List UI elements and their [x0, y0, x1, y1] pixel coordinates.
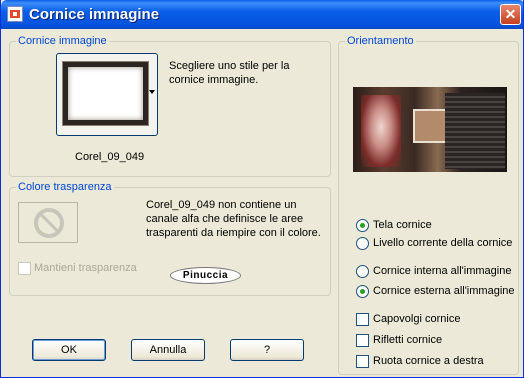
frame-instruction-line2: cornice immagine.: [169, 74, 259, 86]
keep-transparency-checkbox[interactable]: [18, 262, 31, 275]
preview-face: [361, 95, 401, 167]
transparency-message-line2: canale alfa che definisce le aree: [146, 213, 304, 225]
frame-style-group-legend: Cornice immagine: [16, 35, 109, 47]
preview-photo: [413, 109, 447, 143]
close-button[interactable]: ✕: [500, 4, 521, 25]
help-button[interactable]: ?: [230, 339, 304, 361]
preview-page: [445, 93, 505, 169]
mirror-frame-label: Rifletti cornice: [373, 334, 443, 346]
cancel-button[interactable]: Annulla: [131, 339, 205, 361]
radio-current-layer[interactable]: [356, 237, 369, 250]
transparency-color-swatch: [18, 202, 78, 243]
radio-frame-outside-label: Cornice esterna all'immagine: [373, 285, 515, 297]
flip-frame-checkbox[interactable]: [356, 313, 369, 326]
selected-frame-name: Corel_09_049: [75, 151, 145, 163]
watermark-stamp: Pinuccia: [170, 267, 241, 284]
ok-button[interactable]: OK: [32, 339, 106, 361]
title-bar[interactable]: Cornice immagine ✕: [1, 0, 523, 29]
radio-frame-outside[interactable]: [356, 285, 369, 298]
transparency-message-line3: trasparenti da riempire con il colore.: [146, 227, 321, 239]
frame-instruction-line1: Scegliere uno stile per la: [169, 60, 290, 72]
orientation-group-legend: Orientamento: [345, 35, 416, 47]
frame-preview-image: [353, 87, 507, 172]
transparency-group-legend: Colore trasparenza: [16, 181, 114, 193]
no-symbol-icon: [34, 208, 64, 238]
rotate-frame-label: Ruota cornice a destra: [373, 355, 484, 367]
rotate-frame-checkbox[interactable]: [356, 355, 369, 368]
window-title: Cornice immagine: [29, 6, 160, 23]
frame-thumbnail: [63, 62, 148, 125]
transparency-message-line1: Corel_09_049 non contiene un: [146, 199, 297, 211]
dialog-window: Cornice immagine ✕ Cornice immagine Sceg…: [0, 0, 524, 378]
radio-frame-canvas[interactable]: [356, 219, 369, 232]
radio-frame-inside[interactable]: [356, 265, 369, 278]
mirror-frame-checkbox[interactable]: [356, 334, 369, 347]
chevron-down-icon: [149, 90, 155, 94]
flip-frame-label: Capovolgi cornice: [373, 313, 461, 325]
radio-current-layer-label: Livello corrente della cornice: [373, 237, 513, 249]
radio-frame-inside-label: Cornice interna all'immagine: [373, 265, 512, 277]
frame-picker-button[interactable]: [56, 53, 158, 136]
radio-frame-canvas-label: Tela cornice: [373, 219, 432, 231]
keep-transparency-label: Mantieni trasparenza: [34, 262, 137, 274]
image-frame-icon: [7, 6, 23, 22]
